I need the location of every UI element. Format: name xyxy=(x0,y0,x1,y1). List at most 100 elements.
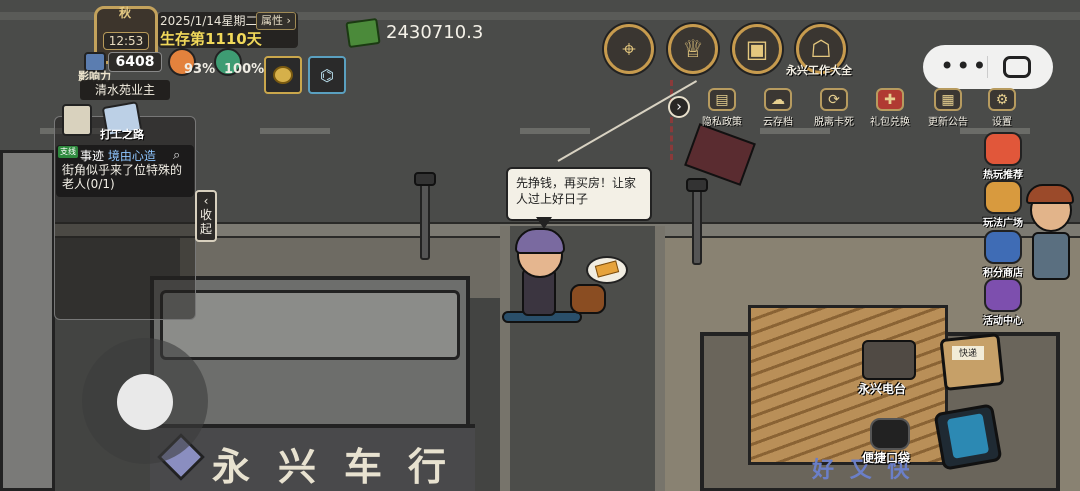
lane-mark xyxy=(760,128,830,134)
npc-hair xyxy=(1026,184,1074,204)
settings-label: 设置 xyxy=(992,117,1012,128)
unstuck-button[interactable]: ⟳ 脱离卡死 xyxy=(814,88,854,128)
play-square-label: 玩法广场 xyxy=(983,218,1023,229)
chevron-right-icon: › xyxy=(283,14,291,27)
settings-button[interactable]: ⚙ 设置 xyxy=(982,88,1022,128)
cloud-save-label: 云存档 xyxy=(763,117,793,128)
phone-screen xyxy=(946,413,990,459)
radio-icon[interactable] xyxy=(862,340,916,380)
privacy-policy-label: 隐私政策 xyxy=(702,117,742,128)
cash-icon xyxy=(345,17,381,49)
points-shop-button[interactable]: 积分商店 xyxy=(980,230,1026,279)
delivery-box-icon[interactable] xyxy=(939,333,1005,391)
survival-days: 生存第1110天 xyxy=(160,30,262,48)
game-date: 2025/1/14星期二 xyxy=(160,14,258,28)
gift-icon: ✚ xyxy=(876,88,904,111)
pocket-icon[interactable] xyxy=(870,418,910,450)
health-value: 100% xyxy=(224,62,265,77)
capsule-divider xyxy=(987,56,988,78)
event-center-button[interactable]: 活动中心 xyxy=(980,278,1026,327)
lane-mark xyxy=(520,128,590,134)
coin-icon xyxy=(273,66,293,84)
delivery-box-label: 快递 xyxy=(952,346,984,360)
radio-label: 永兴电台 xyxy=(858,382,907,396)
player-title: 清水苑业主 xyxy=(80,80,170,100)
pet-dog[interactable] xyxy=(570,284,606,314)
quest-title-link[interactable]: 境由心造 xyxy=(108,149,156,163)
garage-roof xyxy=(160,290,460,360)
game-stage[interactable]: 永 兴 车 行 好 又 快 先挣钱，再买房！让家人过上好日子 秋 12:53 2… xyxy=(0,0,1080,491)
pocket-label: 便捷口袋 xyxy=(862,451,911,465)
more-icon[interactable]: ••• xyxy=(940,54,988,78)
chevron-right-icon: › xyxy=(676,99,682,115)
gift-redeem-button[interactable]: ✚ 礼包兑换 xyxy=(870,88,910,128)
play-square-icon xyxy=(984,180,1022,214)
game-clock: 12:53 xyxy=(103,32,149,50)
garage-sign: 永 兴 车 行 xyxy=(150,424,475,491)
unstuck-icon: ⟳ xyxy=(820,88,848,111)
lamp-head xyxy=(686,178,708,192)
lamp-post xyxy=(420,180,430,260)
sign-char: 永 xyxy=(212,445,253,489)
sign-char: 兴 xyxy=(278,445,319,489)
money-value: 2430710.3 xyxy=(386,22,484,43)
npc-character[interactable] xyxy=(1022,184,1078,288)
trophy-button[interactable]: ♕ xyxy=(668,24,718,74)
privacy-policy-button[interactable]: ▤ 隐私政策 xyxy=(702,88,742,128)
policy-icon: ▤ xyxy=(708,88,736,111)
collapse-label: 收起 xyxy=(200,208,213,236)
speech-bubble: 先挣钱，再买房！让家人过上好日子 xyxy=(506,167,652,221)
unstuck-label: 脱离卡死 xyxy=(814,117,854,128)
attributes-button[interactable]: 属性 › xyxy=(256,12,296,30)
map-button[interactable]: ⌖ xyxy=(604,24,654,74)
points-shop-label: 积分商店 xyxy=(983,268,1023,279)
update-notice-button[interactable]: ▦ 更新公告 xyxy=(928,88,968,128)
play-square-button[interactable]: 玩法广场 xyxy=(980,180,1026,229)
hot-games-button[interactable]: 热玩推荐 xyxy=(980,132,1026,181)
expand-menu-button[interactable]: › xyxy=(668,96,690,118)
job-guide-label: 永兴工作大全 xyxy=(786,64,852,77)
speech-tail xyxy=(536,217,552,229)
quest-title-prefix: 事迹 xyxy=(80,149,108,163)
gamepad-icon[interactable] xyxy=(1003,56,1031,78)
lamp-head xyxy=(414,172,436,186)
dna-icon: ⌬ xyxy=(320,66,334,85)
work-road-label: 打工之路 xyxy=(100,128,144,141)
wooden-roof xyxy=(748,305,948,465)
npc-body xyxy=(1032,232,1070,280)
lane-mark xyxy=(260,128,330,134)
attributes-label: 属性 xyxy=(261,14,284,27)
points-shop-icon xyxy=(984,230,1022,264)
quest-tag: 支线 xyxy=(58,146,78,158)
trophy-icon: ♕ xyxy=(682,35,704,63)
dna-slot[interactable]: ⌬ xyxy=(308,56,346,94)
sign-char: 车 xyxy=(344,445,385,489)
quest-title: 事迹 境由心造 xyxy=(80,147,156,164)
clipboard-icon[interactable] xyxy=(62,104,92,136)
event-center-label: 活动中心 xyxy=(983,316,1023,327)
quest-description: 街角似乎来了位特殊的老人(0/1) xyxy=(62,163,183,191)
joystick-knob[interactable] xyxy=(117,374,173,430)
influence-value: 6408 xyxy=(108,52,162,72)
update-notice-label: 更新公告 xyxy=(928,117,968,128)
sign-char: 行 xyxy=(408,445,449,489)
hot-games-label: 热玩推荐 xyxy=(983,170,1023,181)
tower-building xyxy=(0,150,55,491)
chevron-left-icon: ‹ xyxy=(203,194,209,208)
cloud-icon: ☁ xyxy=(764,88,792,111)
avatar-badge: 秋 xyxy=(118,6,131,20)
backpack-button[interactable]: ▣ xyxy=(732,24,782,74)
map-icon: ⌖ xyxy=(622,35,636,63)
backpack-icon: ▣ xyxy=(745,35,769,63)
gear-icon: ⚙ xyxy=(988,88,1016,111)
gift-redeem-label: 礼包兑换 xyxy=(870,117,910,128)
coin-stack-slot[interactable] xyxy=(264,56,302,94)
hot-games-icon xyxy=(984,132,1022,166)
search-icon[interactable]: ⌕ xyxy=(173,148,180,163)
event-center-icon xyxy=(984,278,1022,312)
hunger-value: 93% xyxy=(184,62,216,77)
cloud-save-button[interactable]: ☁ 云存档 xyxy=(758,88,798,128)
collapse-button[interactable]: ‹ 收起 xyxy=(195,190,217,242)
notice-icon: ▦ xyxy=(934,88,962,111)
lamp-post xyxy=(692,185,702,265)
